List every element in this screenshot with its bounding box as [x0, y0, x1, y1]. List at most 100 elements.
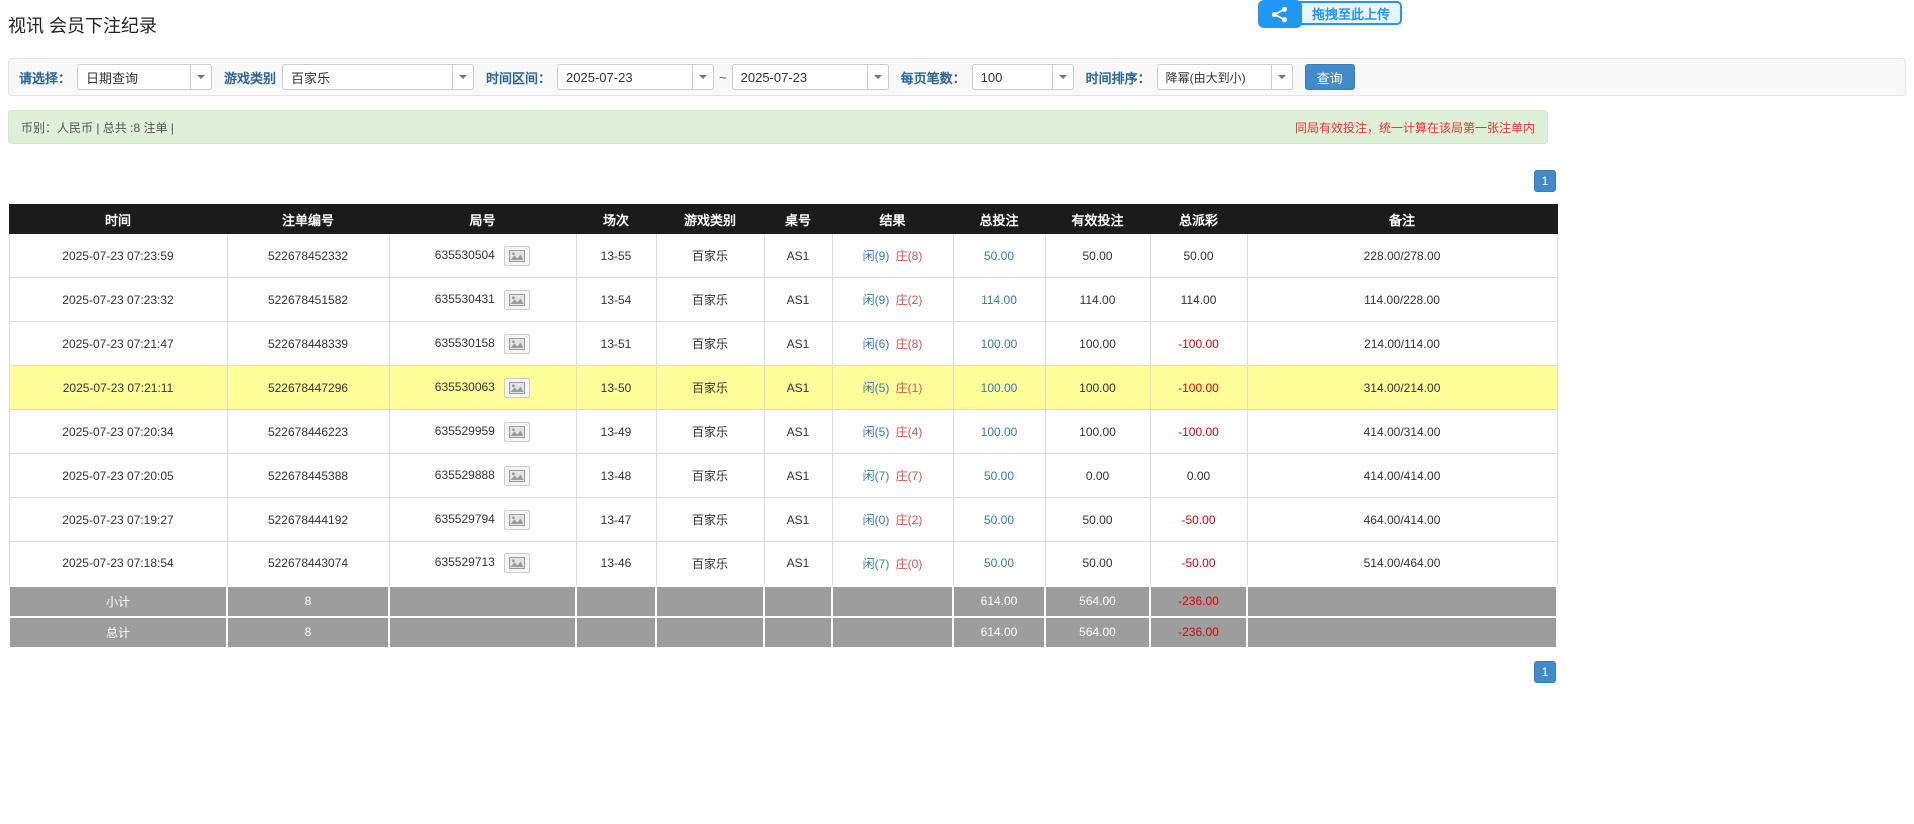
cell-valid-bet: 100.00 — [1045, 410, 1150, 454]
cell-game-type: 百家乐 — [656, 454, 764, 498]
result-player: 闲(9) — [863, 249, 890, 263]
per-page-label: 每页笔数： — [901, 68, 966, 87]
result-banker: 庄(0) — [896, 557, 923, 571]
cell-empty — [1247, 586, 1557, 617]
cell-remark: 314.00/214.00 — [1247, 366, 1557, 410]
cell-total-bet[interactable]: 100.00 — [953, 410, 1045, 454]
cell-game-type: 百家乐 — [656, 322, 764, 366]
cell-total-bet[interactable]: 50.00 — [953, 454, 1045, 498]
subtotal-label: 小计 — [9, 586, 227, 617]
result-player: 闲(6) — [863, 337, 890, 351]
cell-time: 2025-07-23 07:18:54 — [9, 542, 227, 586]
sort-order-select[interactable]: 降幂(由大到小) — [1157, 64, 1293, 90]
cell-payout: -100.00 — [1150, 322, 1247, 366]
cell-session: 13-54 — [576, 278, 656, 322]
cell-payout: -100.00 — [1150, 366, 1247, 410]
pagination-page-button[interactable]: 1 — [1534, 170, 1556, 192]
subtotal-total-bet: 614.00 — [953, 586, 1045, 617]
total-count: 8 — [227, 617, 389, 648]
result-banker: 庄(2) — [896, 293, 923, 307]
cell-valid-bet: 50.00 — [1045, 542, 1150, 586]
video-replay-button[interactable] — [504, 553, 530, 573]
cell-total-bet[interactable]: 50.00 — [953, 498, 1045, 542]
cell-round: 635529959 — [389, 410, 576, 454]
cell-total-bet[interactable]: 50.00 — [953, 234, 1045, 278]
col-payout: 总派彩 — [1150, 205, 1247, 234]
video-replay-button[interactable] — [504, 510, 530, 530]
cell-remark: 414.00/314.00 — [1247, 410, 1557, 454]
video-replay-button[interactable] — [504, 290, 530, 310]
cell-table-no: AS1 — [764, 322, 832, 366]
total-payout: -236.00 — [1150, 617, 1247, 648]
cell-session: 13-50 — [576, 366, 656, 410]
table-row: 2025-07-23 07:19:27 522678444192 6355297… — [9, 498, 1557, 542]
cell-total-bet[interactable]: 50.00 — [953, 542, 1045, 586]
total-total-bet: 614.00 — [953, 617, 1045, 648]
cell-valid-bet: 50.00 — [1045, 234, 1150, 278]
cell-total-bet[interactable]: 100.00 — [953, 322, 1045, 366]
cell-table-no: AS1 — [764, 542, 832, 586]
cell-valid-bet: 114.00 — [1045, 278, 1150, 322]
result-banker: 庄(1) — [896, 381, 923, 395]
pagination-page-button[interactable]: 1 — [1534, 661, 1556, 683]
video-replay-button[interactable] — [504, 334, 530, 354]
cell-remark: 214.00/114.00 — [1247, 322, 1557, 366]
result-banker: 庄(7) — [896, 469, 923, 483]
cell-bet-id: 522678448339 — [227, 322, 389, 366]
search-button[interactable]: 查询 — [1305, 64, 1355, 90]
game-type-select[interactable]: 百家乐 — [282, 64, 474, 90]
cell-round: 635530504 — [389, 234, 576, 278]
upload-dropzone[interactable]: 拖拽至此上传 — [1258, 0, 1402, 28]
cell-bet-id: 522678452332 — [227, 234, 389, 278]
cell-total-bet[interactable]: 114.00 — [953, 278, 1045, 322]
cell-result: 闲(7) 庄(7) — [832, 454, 953, 498]
cell-valid-bet: 100.00 — [1045, 322, 1150, 366]
col-game-type: 游戏类别 — [656, 205, 764, 234]
records-section: 1 时间 注单编号 局号 场次 游戏类别 桌号 结果 总投注 有效投注 总派彩 … — [8, 170, 1556, 683]
cell-table-no: AS1 — [764, 454, 832, 498]
col-round: 局号 — [389, 205, 576, 234]
sort-order-value: 降幂(由大到小) — [1158, 65, 1271, 89]
video-replay-button[interactable] — [504, 422, 530, 442]
cell-empty — [764, 586, 832, 617]
cell-bet-id: 522678444192 — [227, 498, 389, 542]
cell-session: 13-46 — [576, 542, 656, 586]
date-from-picker[interactable]: 2025-07-23 — [557, 64, 714, 90]
table-row: 2025-07-23 07:23:59 522678452332 6355305… — [9, 234, 1557, 278]
round-number: 635529794 — [435, 512, 495, 526]
table-row: 2025-07-23 07:20:34 522678446223 6355299… — [9, 410, 1557, 454]
cell-total-bet[interactable]: 100.00 — [953, 366, 1045, 410]
cell-time: 2025-07-23 07:23:59 — [9, 234, 227, 278]
cell-remark: 114.00/228.00 — [1247, 278, 1557, 322]
cell-result: 闲(9) 庄(2) — [832, 278, 953, 322]
cell-round: 635530431 — [389, 278, 576, 322]
chevron-down-icon — [1271, 65, 1292, 89]
cell-empty — [764, 617, 832, 648]
per-page-select[interactable]: 100 — [972, 64, 1074, 90]
pagination-bottom: 1 — [8, 661, 1556, 683]
cell-session: 13-51 — [576, 322, 656, 366]
cell-remark: 228.00/278.00 — [1247, 234, 1557, 278]
summary-bar: 币别：人民币 | 总共 :8 注单 | 同局有效投注，统一计算在该局第一张注单内 — [8, 110, 1548, 144]
cell-time: 2025-07-23 07:20:05 — [9, 454, 227, 498]
query-type-select[interactable]: 日期查询 — [77, 64, 212, 90]
per-page-value: 100 — [973, 65, 1052, 89]
share-nodes-icon — [1258, 0, 1302, 28]
cell-round: 635530158 — [389, 322, 576, 366]
cell-empty — [576, 586, 656, 617]
cell-result: 闲(6) 庄(8) — [832, 322, 953, 366]
date-to-picker[interactable]: 2025-07-23 — [732, 64, 889, 90]
subtotal-count: 8 — [227, 586, 389, 617]
cell-round: 635529888 — [389, 454, 576, 498]
round-number: 635529888 — [435, 468, 495, 482]
cell-remark: 414.00/414.00 — [1247, 454, 1557, 498]
round-number: 635530504 — [435, 248, 495, 262]
date-to-value: 2025-07-23 — [733, 65, 867, 89]
subtotal-payout: -236.00 — [1150, 586, 1247, 617]
video-replay-button[interactable] — [504, 466, 530, 486]
currency-summary-text: 币别：人民币 | 总共 :8 注单 | — [21, 119, 174, 136]
col-table-no: 桌号 — [764, 205, 832, 234]
video-replay-button[interactable] — [504, 378, 530, 398]
cell-round: 635529794 — [389, 498, 576, 542]
video-replay-button[interactable] — [504, 246, 530, 266]
